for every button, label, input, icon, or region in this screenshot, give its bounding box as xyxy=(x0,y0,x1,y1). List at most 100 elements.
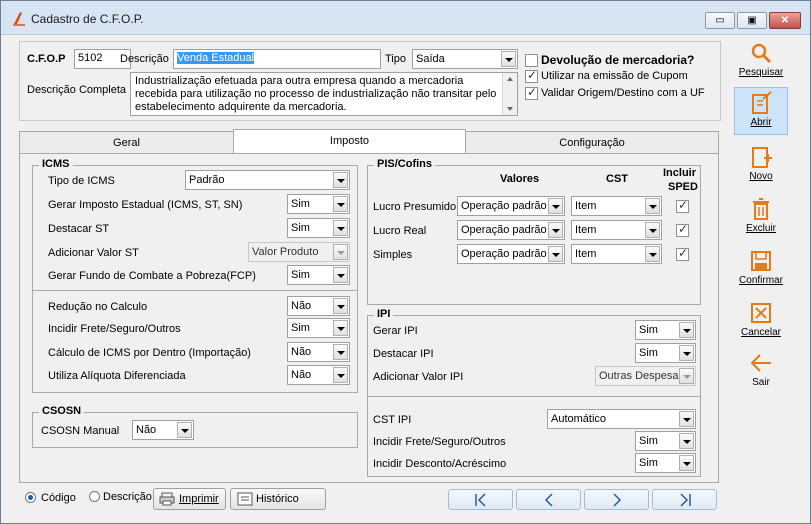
csosn-title: CSOSN xyxy=(39,405,85,417)
gerar-imposto-label: Gerar Imposto Estadual (ICMS, ST, SN) xyxy=(48,199,243,211)
tab-geral[interactable]: Geral xyxy=(19,131,234,153)
incidir-ipi-select[interactable]: Sim xyxy=(635,431,696,451)
validar-uf-checkbox[interactable] xyxy=(525,85,538,100)
search-icon xyxy=(751,43,772,64)
adicionar-st-select[interactable]: Valor Produto xyxy=(248,242,350,262)
trash-icon xyxy=(753,198,769,220)
chevron-down-icon xyxy=(679,322,694,338)
pis-valor-select[interactable]: Operação padrão xyxy=(457,244,565,264)
confirmar-label: Confirmar xyxy=(739,275,783,286)
devolucao-checkbox[interactable] xyxy=(525,54,538,67)
fcp-value: Sim xyxy=(291,269,310,281)
csosn-manual-label: CSOSN Manual xyxy=(41,425,120,437)
desc-completa-label: Descrição Completa xyxy=(27,84,127,96)
tab-imposto[interactable]: Imposto xyxy=(233,129,466,154)
incidir-icms-select[interactable]: Sim xyxy=(287,318,350,338)
last-record-button[interactable] xyxy=(652,489,717,510)
open-document-icon xyxy=(752,91,772,114)
chevron-down-icon xyxy=(645,246,660,262)
cancelar-button[interactable]: Cancelar xyxy=(736,301,786,338)
maximize-button[interactable]: ▣ xyxy=(737,12,767,29)
cst-ipi-select[interactable]: Automático xyxy=(547,409,696,429)
chevron-down-icon xyxy=(333,172,348,188)
reducao-select[interactable]: Não xyxy=(287,296,350,316)
destacar-ipi-select[interactable]: Sim xyxy=(635,343,696,363)
csosn-manual-select[interactable]: Não xyxy=(132,420,194,440)
previous-record-button[interactable] xyxy=(516,489,581,510)
next-record-button[interactable] xyxy=(584,489,649,510)
ipi-divider xyxy=(367,396,701,397)
pis-valor-select[interactable]: Operação padrão xyxy=(457,196,565,216)
historico-label: Histórico xyxy=(256,493,299,505)
descricao-label: Descrição xyxy=(120,53,169,65)
csosn-manual-value: Não xyxy=(136,424,157,436)
chevron-down-icon xyxy=(333,220,348,236)
tipo-select[interactable]: Saída xyxy=(412,49,518,69)
imprimir-button[interactable]: Imprimir xyxy=(153,488,226,510)
cancel-icon xyxy=(751,303,771,323)
historico-button[interactable]: Histórico xyxy=(230,488,326,510)
pesquisar-button[interactable]: Pesquisar xyxy=(736,41,786,78)
utilizar-cupom-label: Utilizar na emissão de Cupom xyxy=(541,70,688,82)
confirmar-button[interactable]: Confirmar xyxy=(736,249,786,286)
chevron-down-icon xyxy=(679,433,694,449)
codigo-radio[interactable] xyxy=(25,492,36,503)
destacar-ipi-label: Destacar IPI xyxy=(373,348,434,360)
chevron-down-icon xyxy=(333,298,348,314)
abrir-button[interactable]: Abrir xyxy=(734,87,788,135)
pis-cst-select[interactable]: Item xyxy=(571,244,662,264)
title-bar: Cadastro de C.F.O.P. ▭ ▣ ✕ xyxy=(1,1,810,35)
gerar-ipi-select[interactable]: Sim xyxy=(635,320,696,340)
utilizar-cupom-checkbox[interactable] xyxy=(525,68,538,83)
pis-sped-checkbox[interactable] xyxy=(676,222,689,237)
chevron-down-icon xyxy=(333,267,348,283)
tab-configuracao[interactable]: Configuração xyxy=(465,131,719,153)
pis-sped-checkbox[interactable] xyxy=(676,246,689,261)
destacar-ipi-value: Sim xyxy=(639,347,658,359)
desconto-ipi-select[interactable]: Sim xyxy=(635,453,696,473)
codigo-label: Código xyxy=(41,492,76,504)
sair-button[interactable]: Sair xyxy=(736,351,786,388)
header-panel: C.F.O.P 5102 Descrição Venda Estadual Ti… xyxy=(19,41,721,121)
minimize-button[interactable]: ▭ xyxy=(705,12,735,29)
pis-sped-checkbox[interactable] xyxy=(676,198,689,213)
save-icon xyxy=(751,251,771,271)
chevron-down-icon xyxy=(679,455,694,471)
novo-button[interactable]: Novo xyxy=(736,145,786,182)
tipo-icms-select[interactable]: Padrão xyxy=(185,170,350,190)
descricao-radio[interactable] xyxy=(89,491,100,502)
close-button[interactable]: ✕ xyxy=(769,12,801,29)
excluir-button[interactable]: Excluir xyxy=(736,197,786,234)
cfop-label: C.F.O.P xyxy=(27,53,66,65)
chevron-down-icon xyxy=(548,222,563,238)
textarea-scrollbar[interactable] xyxy=(502,73,517,115)
pis-valor-select[interactable]: Operação padrão xyxy=(457,220,565,240)
calculo-select[interactable]: Não xyxy=(287,342,350,362)
chevron-down-icon xyxy=(333,196,348,212)
pis-cst-select[interactable]: Item xyxy=(571,196,662,216)
tipo-icms-label: Tipo de ICMS xyxy=(48,175,115,187)
adicionar-ipi-value: Outras Despesas xyxy=(599,370,684,382)
aliquota-select[interactable]: Não xyxy=(287,365,350,385)
gerar-imposto-select[interactable]: Sim xyxy=(287,194,350,214)
pis-cst-select[interactable]: Item xyxy=(571,220,662,240)
adicionar-ipi-select[interactable]: Outras Despesas xyxy=(595,366,696,386)
descricao-input[interactable]: Venda Estadual xyxy=(173,49,381,69)
cst-ipi-value: Automático xyxy=(551,413,607,425)
desc-completa-textarea[interactable]: Industrialização efetuada para outra emp… xyxy=(130,72,518,116)
aliquota-value: Não xyxy=(291,369,312,381)
first-record-button[interactable] xyxy=(448,489,513,510)
validar-uf-label: Validar Origem/Destino com a UF xyxy=(541,87,705,99)
pis-valor-value: Operação padrão xyxy=(461,248,547,260)
adicionar-st-label: Adicionar Valor ST xyxy=(48,247,139,259)
chevron-down-icon xyxy=(333,320,348,336)
destacar-st-select[interactable]: Sim xyxy=(287,218,350,238)
adicionar-st-value: Valor Produto xyxy=(252,246,319,258)
aliquota-label: Utiliza Alíquota Diferenciada xyxy=(48,370,186,382)
fcp-select[interactable]: Sim xyxy=(287,265,350,285)
chevron-down-icon xyxy=(679,411,694,427)
pis-valor-value: Operação padrão xyxy=(461,200,547,212)
col-sped: SPED xyxy=(668,181,698,193)
cst-ipi-label: CST IPI xyxy=(373,414,412,426)
cfop-window: Cadastro de C.F.O.P. ▭ ▣ ✕ C.F.O.P 5102 … xyxy=(0,0,811,524)
